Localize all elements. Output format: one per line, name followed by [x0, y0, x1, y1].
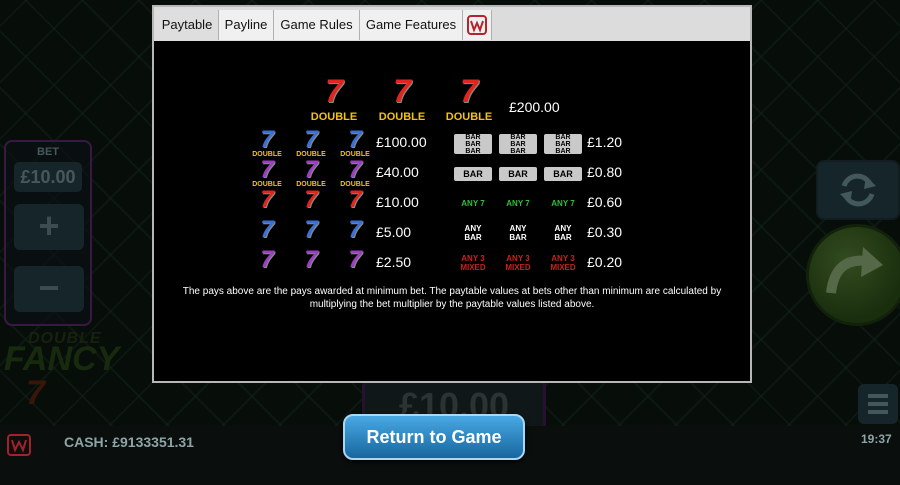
any-symbol-label: ANY 7 — [506, 199, 530, 208]
seven-glyph: 7 — [325, 73, 343, 109]
any-symbol-label: ANY 3 MIXED — [505, 254, 531, 272]
seven-glyph: 7 — [348, 126, 362, 153]
right-pay: £0.30 — [587, 224, 623, 240]
clock: 19:37 — [861, 432, 892, 446]
seven-glyph: 7 — [260, 156, 274, 183]
right-pay: £1.20 — [587, 134, 623, 150]
return-to-game-button[interactable]: Return to Game — [343, 414, 525, 460]
seven-symbol: 7 — [248, 188, 286, 216]
any-symbol-label: ANY 7 — [551, 199, 575, 208]
seven-symbol: 7 — [248, 248, 286, 276]
seven-glyph: 7 — [260, 126, 274, 153]
seven-glyph: 7 — [304, 246, 318, 273]
left-pay: £5.00 — [376, 224, 412, 240]
double-label: DOUBLE — [445, 111, 493, 123]
seven-symbol: 7 — [336, 248, 374, 276]
any-symbol-label: ANY 3 MIXED — [460, 254, 486, 272]
seven-glyph: 7 — [304, 186, 318, 213]
right-pay: £0.60 — [587, 194, 623, 210]
bar-symbol: BAR BAR BAR — [499, 134, 537, 155]
left-pay: £2.50 — [376, 254, 412, 270]
seven-glyph: 7 — [348, 246, 362, 273]
tab-paytable[interactable]: Paytable — [156, 10, 219, 40]
any-symbol-label: ANY 7 — [461, 199, 485, 208]
seven-symbol: 7 DOUBLE — [248, 128, 286, 159]
tab-game-rules[interactable]: Game Rules — [274, 10, 360, 40]
left-pay: £40.00 — [376, 164, 419, 180]
seven-glyph: 7 — [304, 156, 318, 183]
seven-symbol: 7 DOUBLE — [304, 75, 364, 123]
bar-symbol: BAR — [454, 167, 492, 181]
any-symbol-label: ANY BAR — [509, 224, 527, 242]
top-pay: £200.00 — [509, 99, 560, 115]
seven-symbol: 7 DOUBLE — [292, 158, 330, 189]
paytable-note: The pays above are the pays awarded at m… — [182, 286, 722, 310]
seven-symbol: 7 DOUBLE — [336, 158, 374, 189]
double-label: DOUBLE — [378, 111, 426, 123]
left-pay: £10.00 — [376, 194, 419, 210]
tab-game-features[interactable]: Game Features — [360, 10, 463, 40]
seven-glyph: 7 — [304, 216, 318, 243]
paytable-modal: Paytable Payline Game Rules Game Feature… — [152, 5, 752, 383]
tab-payline[interactable]: Payline — [219, 10, 274, 40]
seven-glyph: 7 — [393, 73, 411, 109]
tab-bar: Paytable Payline Game Rules Game Feature… — [154, 7, 750, 41]
seven-symbol: 7 — [336, 188, 374, 216]
bar-symbol: BAR BAR BAR — [544, 134, 582, 155]
seven-symbol: 7 — [336, 218, 374, 246]
seven-symbol: 7 — [292, 248, 330, 276]
seven-symbol: 7 — [292, 218, 330, 246]
bar-symbol: BAR — [544, 167, 582, 181]
right-pay: £0.80 — [587, 164, 623, 180]
any-symbol-label: ANY BAR — [464, 224, 482, 242]
bar-symbol: BAR BAR BAR — [454, 134, 492, 155]
seven-glyph: 7 — [460, 73, 478, 109]
seven-glyph: 7 — [260, 216, 274, 243]
seven-glyph: 7 — [348, 156, 362, 183]
wmg-logo-icon — [6, 432, 32, 458]
any-symbol-label: ANY BAR — [554, 224, 572, 242]
seven-symbol: 7 — [292, 188, 330, 216]
seven-symbol: 7 — [248, 218, 286, 246]
seven-glyph: 7 — [260, 186, 274, 213]
any-symbol-label: ANY 3 MIXED — [550, 254, 576, 272]
seven-glyph: 7 — [348, 216, 362, 243]
seven-symbol: 7 DOUBLE — [372, 75, 432, 123]
double-label: DOUBLE — [310, 111, 358, 123]
seven-symbol: 7 DOUBLE — [439, 75, 499, 123]
seven-symbol: 7 DOUBLE — [248, 158, 286, 189]
bar-symbol: BAR — [499, 167, 537, 181]
cash-balance: CASH: £9133351.31 — [64, 434, 194, 450]
brand-logo-icon[interactable] — [463, 10, 492, 40]
right-pay: £0.20 — [587, 254, 623, 270]
seven-glyph: 7 — [348, 186, 362, 213]
seven-symbol: 7 DOUBLE — [336, 128, 374, 159]
seven-symbol: 7 DOUBLE — [292, 128, 330, 159]
seven-glyph: 7 — [260, 246, 274, 273]
seven-glyph: 7 — [304, 126, 318, 153]
left-pay: £100.00 — [376, 134, 427, 150]
